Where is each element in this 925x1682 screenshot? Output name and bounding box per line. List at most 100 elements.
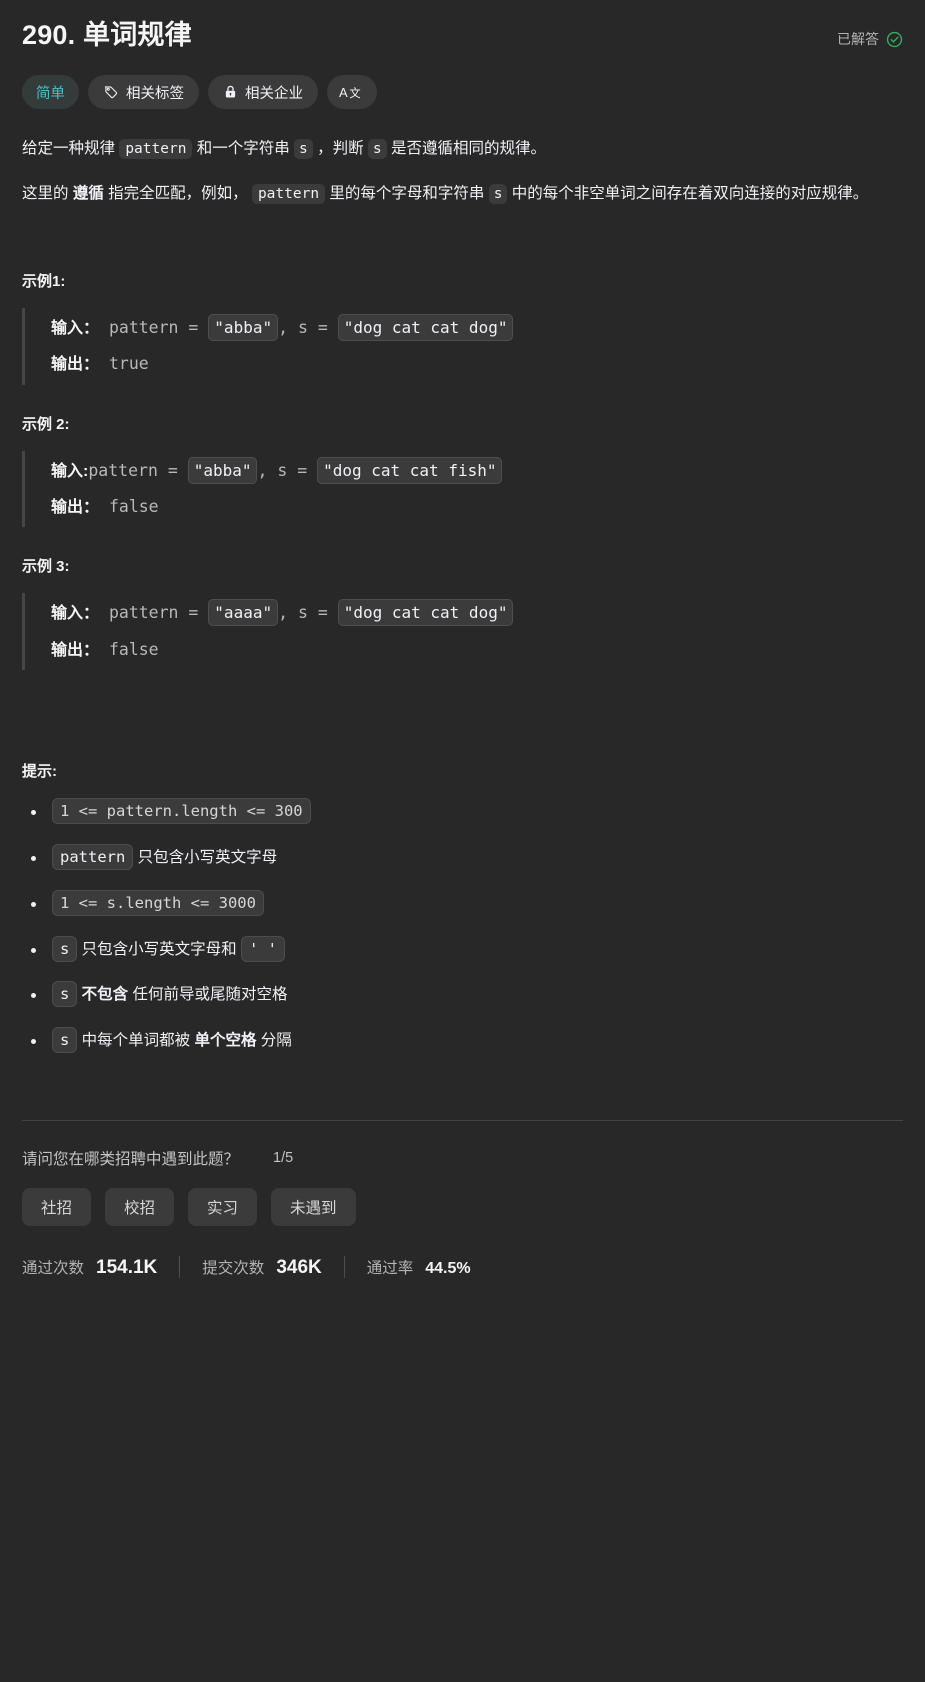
list-item: pattern 只包含小写英文字母	[22, 843, 903, 871]
stat-separator	[179, 1256, 181, 1279]
related-tags-chip[interactable]: 相关标签	[88, 75, 199, 110]
survey-progress: 1/5	[273, 1149, 294, 1166]
stat-submissions: 提交次数 346K	[202, 1256, 321, 1279]
survey-options: 社招 校招 实习 未遇到	[22, 1187, 903, 1226]
example-text: pattern =	[99, 603, 209, 623]
survey-option-shixi[interactable]: 实习	[188, 1187, 258, 1226]
stat-label: 提交次数	[202, 1259, 265, 1277]
survey-section: 请问您在哪类招聘中遇到此题？ 1/5 社招 校招 实习 未遇到	[22, 1121, 903, 1226]
lock-icon	[223, 84, 238, 100]
input-label: 输入:	[51, 462, 89, 480]
example-text: pattern =	[88, 460, 188, 480]
desc-text: 里的每个字母和字符串	[325, 185, 489, 203]
example-output-line: 输出： false	[51, 632, 903, 668]
problem-header: 290. 单词规律 已解答	[22, 18, 903, 53]
hint-text: 中每个单词都被	[77, 1032, 195, 1050]
related-tags-label: 相关标签	[126, 85, 184, 102]
description-paragraph-1: 给定一种规律 pattern 和一个字符串 s ，判断 s 是否遵循相同的规律。	[22, 135, 903, 162]
example-output-line: 输出： false	[51, 489, 903, 525]
example-text: , s =	[257, 460, 318, 480]
page-title: 290. 单词规律	[22, 20, 192, 50]
list-item: s 只包含小写英文字母和 ' '	[22, 935, 903, 963]
example-text: pattern =	[99, 317, 209, 337]
example-code-pattern: "abba"	[187, 456, 258, 484]
example-code-pattern: "abba"	[208, 313, 279, 341]
hint-strong: 不包含	[81, 986, 129, 1004]
desc-text: 是否遵循相同的规律。	[386, 140, 546, 158]
desc-text: 给定一种规律	[22, 140, 120, 158]
hint-code: s	[52, 981, 78, 1008]
desc-text: 和一个字符串	[192, 140, 295, 158]
desc-text: 这里的	[22, 185, 73, 203]
stat-separator	[343, 1256, 345, 1279]
example-block: 输入： pattern = "aaaa", s = "dog cat cat d…	[22, 593, 903, 671]
hint-code: s	[52, 1027, 78, 1054]
survey-question: 请问您在哪类招聘中遇到此题？	[22, 1150, 240, 1168]
input-label: 输入：	[51, 319, 100, 337]
translate-chip[interactable]: A 文	[327, 75, 377, 110]
hint-code: s	[52, 935, 78, 962]
list-item: 1 <= s.length <= 3000	[22, 889, 903, 917]
example-input-line: 输入:pattern = "abba", s = "dog cat cat fi…	[51, 453, 903, 489]
desc-text: 中的每个非空单词之间存在着双向连接的对应规律。	[507, 185, 869, 203]
list-item: s 中每个单词都被 单个空格 分隔	[22, 1027, 903, 1054]
survey-option-xiaozhao[interactable]: 校招	[105, 1187, 175, 1226]
check-circle-icon	[886, 31, 903, 48]
hint-code: 1 <= s.length <= 3000	[52, 889, 264, 916]
example-input-line: 输入： pattern = "abba", s = "dog cat cat d…	[51, 310, 903, 346]
example-code-pattern: "aaaa"	[208, 599, 279, 627]
example-title: 示例1:	[22, 272, 66, 290]
example-code-s: "dog cat cat dog"	[337, 313, 514, 341]
stat-label: 通过率	[366, 1260, 414, 1278]
example-input-line: 输入： pattern = "aaaa", s = "dog cat cat d…	[51, 595, 903, 631]
input-label: 输入：	[51, 605, 100, 623]
hint-text: 只包含小写英文字母	[133, 848, 278, 866]
description-paragraph-2: 这里的 遵循 指完全匹配，例如， pattern 里的每个字母和字符串 s 中的…	[22, 180, 903, 207]
example-title: 示例 2:	[22, 415, 70, 433]
example-text: , s =	[278, 317, 338, 337]
survey-question-row: 请问您在哪类招聘中遇到此题？ 1/5	[22, 1147, 903, 1169]
hint-strong: 单个空格	[194, 1032, 257, 1050]
stat-value: 44.5%	[425, 1260, 471, 1278]
stat-acceptance-rate: 通过率 44.5%	[367, 1256, 471, 1278]
chip-row: 简单 相关标签 相关企业 A 文	[22, 75, 903, 110]
svg-text:文: 文	[349, 86, 360, 100]
list-item: 1 <= pattern.length <= 300	[22, 798, 903, 825]
hints-list: 1 <= pattern.length <= 300 pattern 只包含小写…	[22, 798, 903, 1054]
desc-strong: 遵循	[72, 185, 104, 203]
svg-text:A: A	[339, 85, 348, 100]
inline-code-pattern: pattern	[251, 184, 326, 205]
stat-value: 154.1K	[96, 1256, 158, 1278]
hint-text: 分隔	[256, 1032, 292, 1050]
related-companies-chip[interactable]: 相关企业	[208, 75, 318, 110]
related-companies-label: 相关企业	[245, 85, 303, 102]
output-label: 输出：	[51, 641, 100, 659]
example-code-s: "dog cat cat fish"	[317, 456, 503, 484]
status-badge: 已解答	[837, 29, 903, 49]
output-value: false	[99, 497, 159, 517]
hint-code: 1 <= pattern.length <= 300	[52, 798, 311, 825]
desc-text: ，判断	[312, 140, 368, 158]
example-code-s: "dog cat cat dog"	[337, 599, 514, 627]
list-item: s 不包含 任何前导或尾随对空格	[22, 981, 903, 1008]
survey-option-shezhao[interactable]: 社招	[22, 1187, 92, 1226]
survey-option-weiyudao[interactable]: 未遇到	[271, 1187, 356, 1226]
output-value: false	[99, 639, 159, 659]
stats-row: 通过次数 154.1K 提交次数 346K 通过率 44.5%	[22, 1226, 903, 1303]
inline-code-s: s	[367, 139, 387, 160]
stat-value: 346K	[276, 1256, 322, 1278]
difficulty-label: 简单	[36, 85, 65, 102]
stat-accepted: 通过次数 154.1K	[22, 1256, 157, 1279]
status-label: 已解答	[837, 31, 879, 47]
tag-icon	[103, 84, 119, 100]
inline-code-s: s	[488, 184, 508, 205]
output-label: 输出：	[51, 499, 100, 517]
desc-text: 指完全匹配，例如，	[103, 185, 252, 203]
difficulty-chip[interactable]: 简单	[22, 75, 79, 110]
example-text: , s =	[278, 603, 338, 623]
output-value: true	[99, 354, 149, 374]
example-block: 输入： pattern = "abba", s = "dog cat cat d…	[22, 307, 903, 385]
example-block: 输入:pattern = "abba", s = "dog cat cat fi…	[22, 450, 903, 528]
inline-code-s: s	[294, 139, 313, 160]
hint-text: 任何前导或尾随对空格	[128, 986, 288, 1004]
